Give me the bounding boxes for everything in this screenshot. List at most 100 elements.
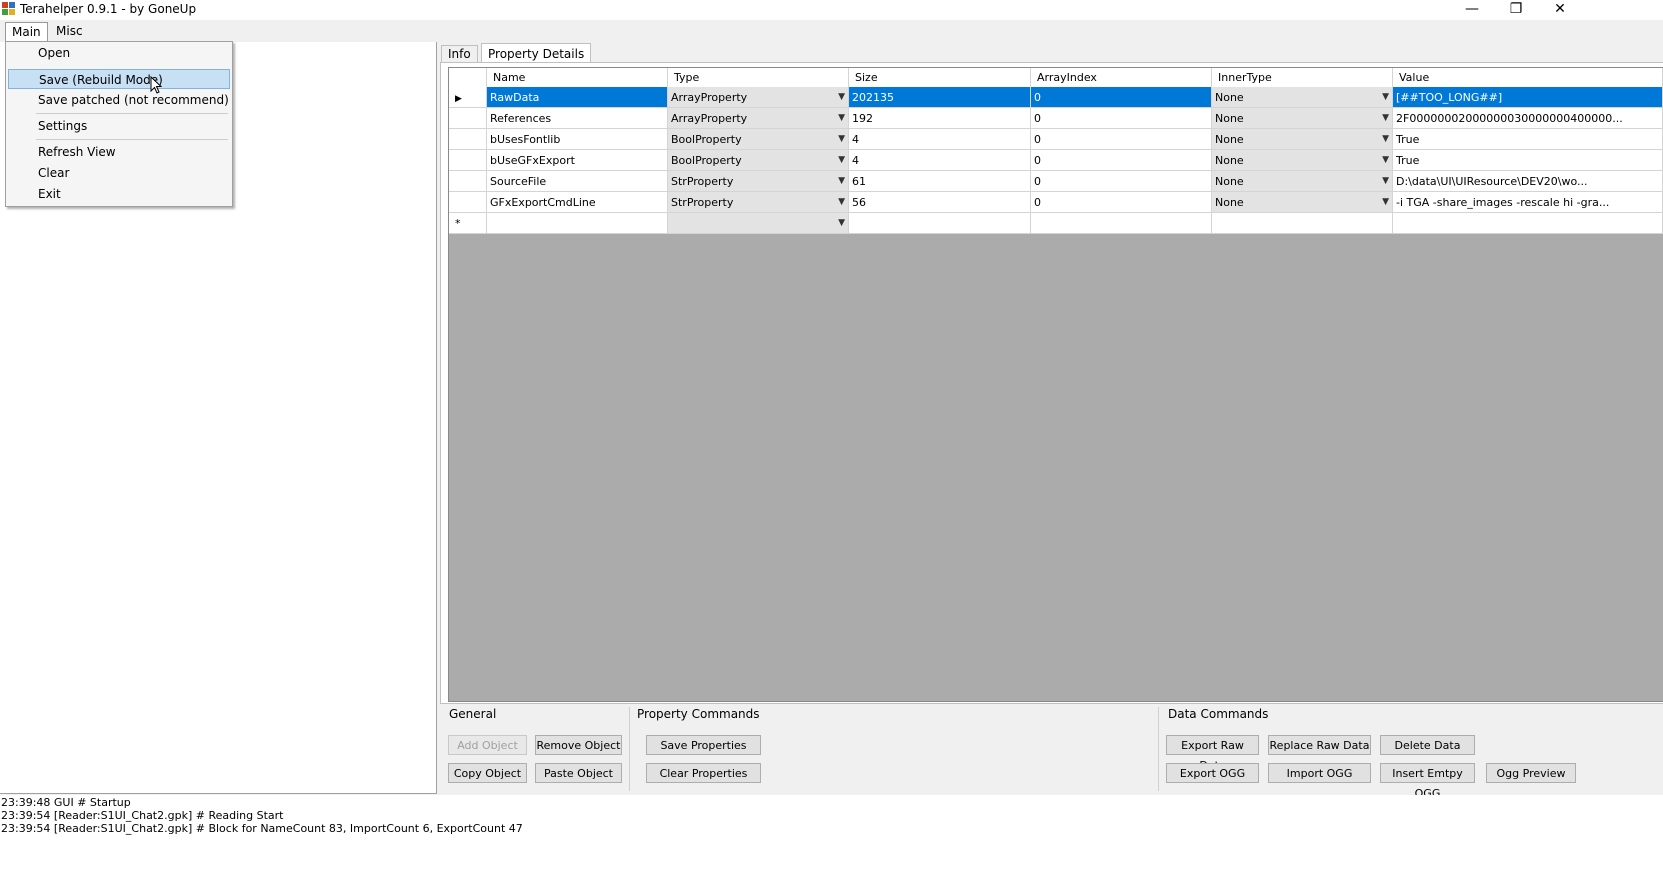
table-row[interactable]: bUseGFxExport BoolProperty ▼ 4 0 None ▼ Tr… <box>449 150 1663 171</box>
menu-item-settings[interactable]: Settings <box>8 116 230 136</box>
cell-value[interactable] <box>1393 213 1663 234</box>
cell-name[interactable]: bUseGFxExport <box>487 150 668 171</box>
row-selector[interactable] <box>449 129 487 150</box>
cell-innertype[interactable] <box>1212 213 1393 234</box>
cell-arrayindex[interactable]: 0 <box>1031 108 1212 129</box>
cell-innertype[interactable]: None ▼ <box>1212 87 1393 108</box>
column-header-type[interactable]: Type <box>668 68 849 87</box>
save-properties-button[interactable]: Save Properties <box>646 735 761 755</box>
menu-item-open[interactable]: Open <box>8 43 230 63</box>
cell-value[interactable]: True <box>1393 129 1663 150</box>
restore-button[interactable]: ❐ <box>1494 0 1538 20</box>
cell-type[interactable]: ▼ <box>668 213 849 234</box>
minimize-button[interactable]: — <box>1450 0 1494 20</box>
cell-type[interactable]: StrProperty ▼ <box>668 192 849 213</box>
cell-size[interactable]: 4 <box>849 150 1031 171</box>
clear-properties-button[interactable]: Clear Properties <box>646 763 761 783</box>
cell-size[interactable] <box>849 213 1031 234</box>
cell-arrayindex[interactable]: 0 <box>1031 171 1212 192</box>
cell-arrayindex[interactable]: 0 <box>1031 192 1212 213</box>
cell-name[interactable]: GFxExportCmdLine <box>487 192 668 213</box>
cell-name[interactable] <box>487 213 668 234</box>
cell-size[interactable]: 4 <box>849 129 1031 150</box>
menu-item-refresh-view[interactable]: Refresh View <box>8 142 230 162</box>
cell-innertype[interactable]: None ▼ <box>1212 108 1393 129</box>
cell-value[interactable]: True <box>1393 150 1663 171</box>
chevron-down-icon[interactable]: ▼ <box>838 213 845 233</box>
table-row[interactable]: bUsesFontlib BoolProperty ▼ 4 0 None ▼ Tru… <box>449 129 1663 150</box>
chevron-down-icon[interactable]: ▼ <box>1382 129 1389 149</box>
import-ogg-button[interactable]: Import OGG <box>1268 763 1371 783</box>
chevron-down-icon[interactable]: ▼ <box>838 150 845 170</box>
table-row-new[interactable]: * ▼ <box>449 213 1663 234</box>
cell-name[interactable]: bUsesFontlib <box>487 129 668 150</box>
copy-object-button[interactable]: Copy Object <box>448 763 527 783</box>
cell-name[interactable]: References <box>487 108 668 129</box>
cell-arrayindex[interactable]: 0 <box>1031 129 1212 150</box>
table-row[interactable]: SourceFile StrProperty ▼ 61 0 None ▼ D:\da… <box>449 171 1663 192</box>
column-header-value[interactable]: Value <box>1393 68 1663 87</box>
row-selector[interactable]: * <box>449 213 487 234</box>
table-row[interactable]: ▶ RawData ArrayProperty ▼ 202135 0 None ▼ … <box>449 87 1663 108</box>
cell-type[interactable]: ArrayProperty ▼ <box>668 108 849 129</box>
cell-size[interactable]: 61 <box>849 171 1031 192</box>
cell-innertype[interactable]: None ▼ <box>1212 129 1393 150</box>
tab-info[interactable]: Info <box>441 45 478 63</box>
export-ogg-button[interactable]: Export OGG <box>1166 763 1259 783</box>
row-selector[interactable] <box>449 171 487 192</box>
cell-value[interactable]: 2F00000002000000030000000400000... <box>1393 108 1663 129</box>
chevron-down-icon[interactable]: ▼ <box>1382 150 1389 170</box>
cell-innertype[interactable]: None ▼ <box>1212 171 1393 192</box>
ogg-preview-button[interactable]: Ogg Preview <box>1486 763 1576 783</box>
remove-object-button[interactable]: Remove Object <box>535 735 622 755</box>
chevron-down-icon[interactable]: ▼ <box>1382 87 1389 107</box>
row-selector[interactable]: ▶ <box>449 87 487 108</box>
cell-value[interactable]: [##TOO_LONG##] <box>1393 87 1663 108</box>
paste-object-button[interactable]: Paste Object <box>535 763 622 783</box>
chevron-down-icon[interactable]: ▼ <box>1382 192 1389 212</box>
menu-item-exit[interactable]: Exit <box>8 184 230 204</box>
chevron-down-icon[interactable]: ▼ <box>838 129 845 149</box>
column-header-size[interactable]: Size <box>849 68 1031 87</box>
table-row[interactable]: GFxExportCmdLine StrProperty ▼ 56 0 None ▼… <box>449 192 1663 213</box>
chevron-down-icon[interactable]: ▼ <box>838 108 845 128</box>
cell-arrayindex[interactable]: 0 <box>1031 87 1212 108</box>
chevron-down-icon[interactable]: ▼ <box>838 192 845 212</box>
chevron-down-icon[interactable]: ▼ <box>1382 108 1389 128</box>
replace-raw-data-button[interactable]: Replace Raw Data <box>1268 735 1371 755</box>
insert-empty-ogg-button[interactable]: Insert Emtpy OGG <box>1380 763 1475 800</box>
chevron-down-icon[interactable]: ▼ <box>838 171 845 191</box>
cell-innertype[interactable]: None ▼ <box>1212 150 1393 171</box>
menu-misc[interactable]: Misc <box>50 22 89 40</box>
cell-innertype[interactable]: None ▼ <box>1212 192 1393 213</box>
cell-arrayindex[interactable] <box>1031 213 1212 234</box>
menu-item-clear[interactable]: Clear <box>8 163 230 183</box>
cell-type[interactable]: BoolProperty ▼ <box>668 150 849 171</box>
chevron-down-icon[interactable]: ▼ <box>1382 171 1389 191</box>
add-object-button[interactable]: Add Object <box>448 735 527 755</box>
column-header-arrayindex[interactable]: ArrayIndex <box>1031 68 1212 87</box>
cell-arrayindex[interactable]: 0 <box>1031 150 1212 171</box>
column-header-innertype[interactable]: InnerType <box>1212 68 1393 87</box>
delete-data-button[interactable]: Delete Data <box>1380 735 1475 755</box>
menu-item-save-rebuild[interactable]: Save (Rebuild Mode) <box>8 69 230 89</box>
menu-main[interactable]: Main <box>5 22 48 42</box>
row-selector[interactable] <box>449 150 487 171</box>
cell-type[interactable]: ArrayProperty ▼ <box>668 87 849 108</box>
export-raw-data-button[interactable]: Export Raw Data <box>1166 735 1259 772</box>
menu-item-save-patched[interactable]: Save patched (not recommend) <box>8 90 230 110</box>
log-panel[interactable]: 23:39:48 GUI # Startup 23:39:54 [Reader:… <box>0 795 1663 875</box>
cell-name[interactable]: SourceFile <box>487 171 668 192</box>
cell-size[interactable]: 202135 <box>849 87 1031 108</box>
tab-property-details[interactable]: Property Details <box>481 43 592 64</box>
column-header-name[interactable]: Name <box>487 68 668 87</box>
row-selector[interactable] <box>449 192 487 213</box>
table-row[interactable]: References ArrayProperty ▼ 192 0 None ▼ 2F… <box>449 108 1663 129</box>
close-button[interactable]: ✕ <box>1538 0 1582 20</box>
row-selector[interactable] <box>449 108 487 129</box>
cell-name[interactable]: RawData <box>487 87 668 108</box>
cell-type[interactable]: BoolProperty ▼ <box>668 129 849 150</box>
cell-size[interactable]: 56 <box>849 192 1031 213</box>
chevron-down-icon[interactable]: ▼ <box>838 87 845 107</box>
cell-type[interactable]: StrProperty ▼ <box>668 171 849 192</box>
